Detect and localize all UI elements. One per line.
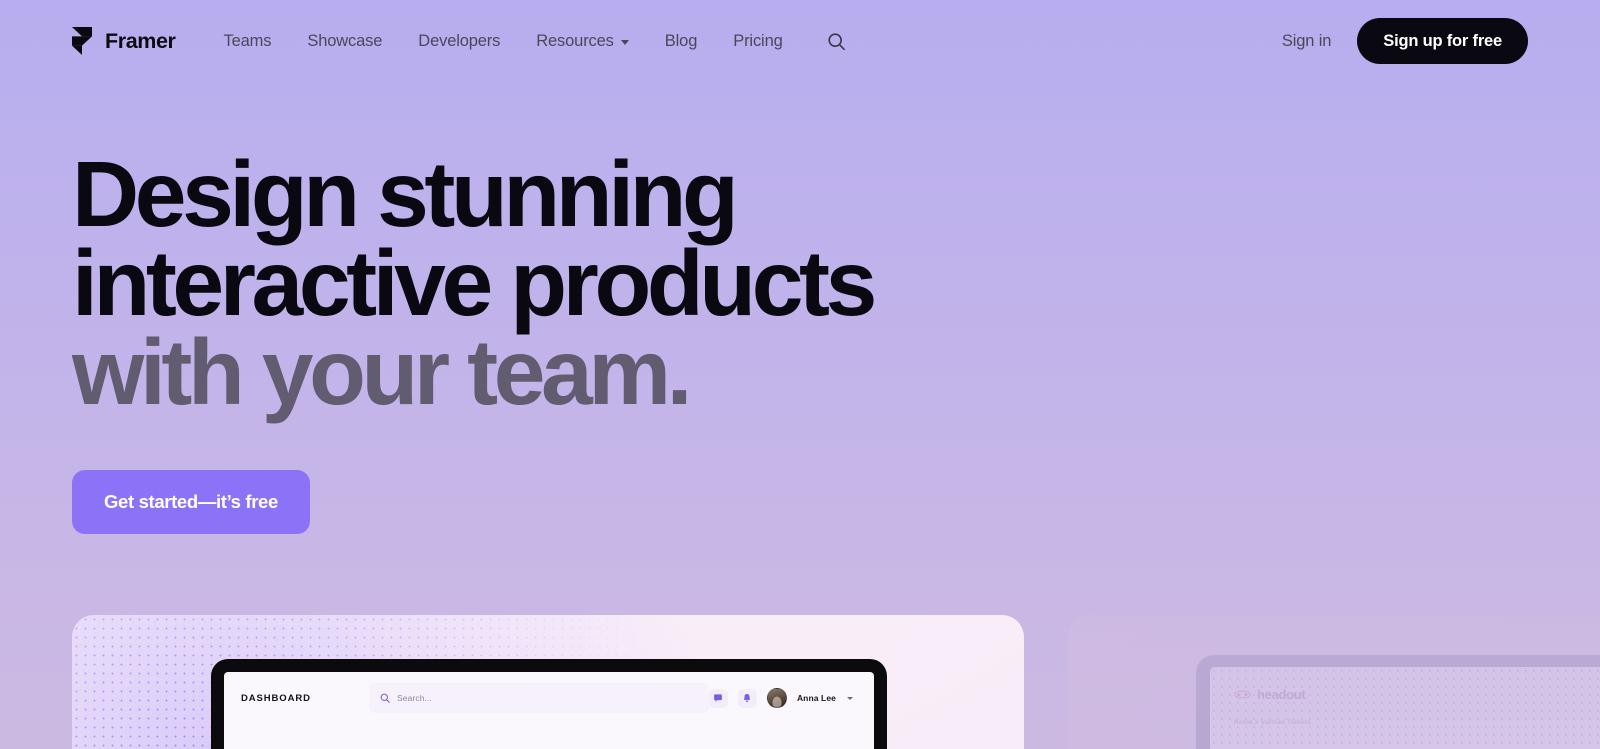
dashboard-search-input[interactable]: Search... [369,683,709,713]
get-started-button[interactable]: Get started—it’s free [72,470,310,535]
dot-pattern-decoration-secondary [1210,667,1600,749]
dashboard-search-placeholder: Search... [397,693,432,703]
nav-link-pricing[interactable]: Pricing [715,24,800,59]
nav-search-button[interactable] [813,24,860,59]
headout-logo: headout [1234,687,1306,702]
search-icon [380,693,390,703]
bell-icon[interactable] [737,688,757,708]
nav-link-showcase[interactable]: Showcase [289,24,400,59]
nav-link-label: Blog [664,31,698,50]
search-icon [828,32,845,50]
nav-link-label: Pricing [733,31,783,50]
user-name: Anna Lee [796,693,836,703]
device-screen-secondary: headout Rome > Vatican Tickets [1210,667,1600,749]
top-navigation-bar: Framer Teams Showcase Developers Resourc… [0,0,1600,82]
tablet-device-mockup: DASHBOARD Search... Anna Lee [211,659,887,749]
headout-logo-icon [1234,690,1251,699]
headline-line-3: with your team. [72,319,693,424]
device-screen: DASHBOARD Search... Anna Lee [224,672,874,749]
framer-logo-icon [72,27,92,55]
dashboard-topbar: DASHBOARD Search... Anna Lee [224,672,874,724]
headout-logo-text: headout [1257,687,1306,702]
nav-link-resources[interactable]: Resources [518,24,647,59]
brand-logo-link[interactable]: Framer [72,27,176,55]
sign-up-button[interactable]: Sign up for free [1357,18,1528,64]
avatar[interactable] [766,688,787,708]
nav-actions: Sign in Sign up for free [1282,18,1528,64]
page-title: Design stunning interactive products wit… [72,148,1172,419]
nav-links: Teams Showcase Developers Resources Blog… [206,24,860,59]
message-icon[interactable] [708,688,728,708]
chevron-down-icon[interactable] [847,696,853,700]
message-glyph-icon [714,694,723,702]
showcase-cards: DASHBOARD Search... Anna Lee headout Rom… [0,615,1600,749]
brand-name: Framer [105,28,176,53]
sign-in-link[interactable]: Sign in [1282,32,1332,51]
nav-link-label: Showcase [307,31,383,50]
nav-link-label: Resources [536,31,614,50]
nav-link-developers[interactable]: Developers [400,24,518,59]
showcase-card-dashboard[interactable]: DASHBOARD Search... Anna Lee [72,615,1024,749]
nav-link-label: Teams [223,31,272,50]
nav-link-teams[interactable]: Teams [206,24,290,59]
showcase-card-headout[interactable]: headout Rome > Vatican Tickets [1068,615,1600,749]
nav-link-label: Developers [418,31,501,50]
bell-glyph-icon [744,694,751,703]
dashboard-title: DASHBOARD [241,692,311,704]
dashboard-topbar-actions: Anna Lee [708,688,857,708]
nav-link-blog[interactable]: Blog [647,24,715,59]
tablet-device-mockup-secondary: headout Rome > Vatican Tickets [1196,655,1600,749]
headout-breadcrumb: Rome > Vatican Tickets [1234,719,1311,726]
chevron-down-icon [620,39,629,45]
hero-section: Design stunning interactive products wit… [72,148,1172,535]
